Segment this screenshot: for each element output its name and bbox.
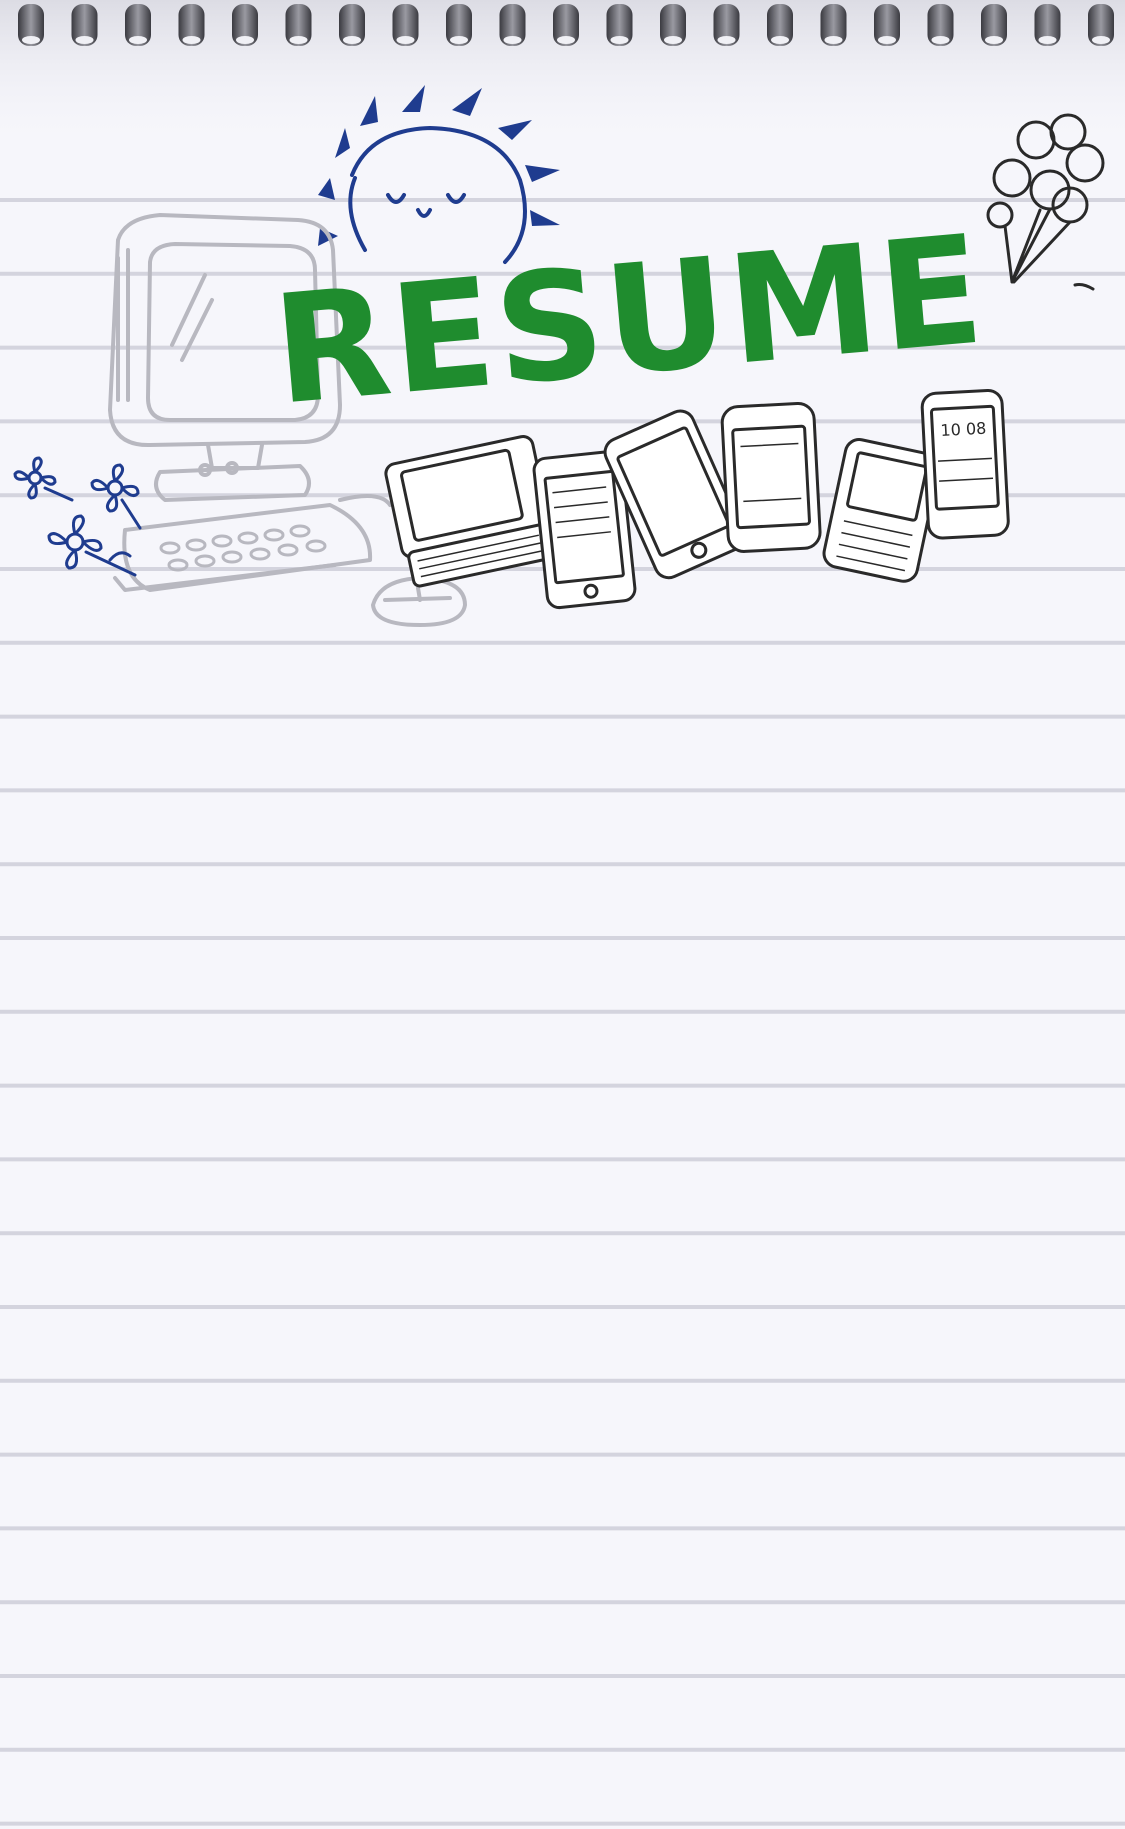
phone-icon: 10 08 bbox=[920, 388, 1010, 540]
paper-canvas: RESUME 10 08 bbox=[0, 0, 1125, 1829]
resume-paper-page: RESUME 10 08 bbox=[0, 0, 1125, 1829]
phone-icon bbox=[720, 401, 822, 553]
phone-clock: 10 08 bbox=[940, 419, 987, 440]
